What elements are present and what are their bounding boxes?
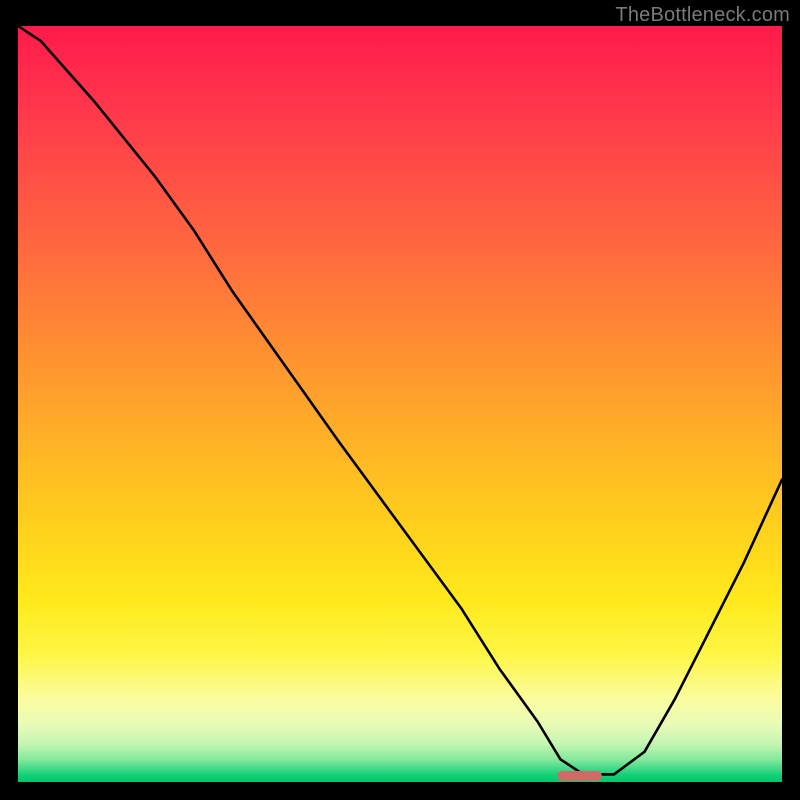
chart-frame: TheBottleneck.com xyxy=(0,0,800,800)
optimal-range-marker xyxy=(557,771,601,781)
watermark-text: TheBottleneck.com xyxy=(615,4,790,27)
bottleneck-curve xyxy=(18,26,782,782)
plot-area xyxy=(18,26,782,782)
